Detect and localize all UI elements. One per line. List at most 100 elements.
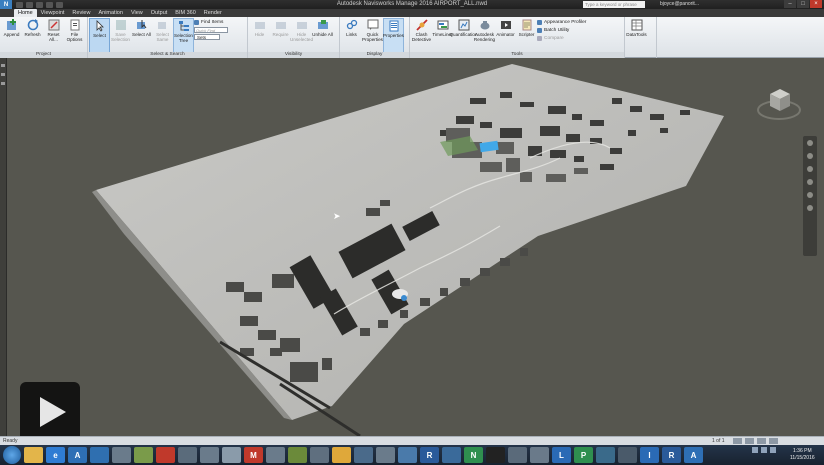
pan-icon[interactable] (807, 153, 813, 159)
network-icon[interactable] (761, 447, 767, 453)
app-icon[interactable] (354, 447, 373, 463)
lync-icon[interactable]: L (552, 447, 571, 463)
pencil-icon[interactable] (733, 438, 742, 444)
grid-icon[interactable] (769, 438, 778, 444)
close-button[interactable]: × (810, 0, 822, 8)
orbit-icon[interactable] (807, 179, 813, 185)
app-icon[interactable] (310, 447, 329, 463)
help-search-input[interactable]: Type a keyword or phrase (583, 1, 645, 8)
clock-date: 11/15/2016 (790, 455, 815, 461)
project-icon[interactable]: P (574, 447, 593, 463)
ie-icon[interactable]: e (46, 447, 65, 463)
hide-unselected-icon (295, 19, 308, 31)
animator-label: Animator (496, 32, 515, 37)
link-icon (345, 19, 358, 31)
zoom-icon[interactable] (807, 166, 813, 172)
quantification-icon (457, 19, 470, 31)
tab-render[interactable]: Render (200, 9, 226, 17)
datatools-group: DataTools (625, 17, 657, 58)
app-icon[interactable] (200, 447, 219, 463)
airport-model-render[interactable] (0, 58, 824, 436)
window-title: Autodesk Navisworks Manage 2016 AIRPORT_… (336, 1, 488, 7)
ribbon-panel: Append Refresh Reset All... File Options… (0, 17, 824, 58)
media-icon[interactable] (90, 447, 109, 463)
compare-button[interactable]: Compare (537, 35, 607, 42)
app-icon[interactable] (398, 447, 417, 463)
appearance-profiler-button[interactable]: Appearance Profiler (537, 19, 607, 26)
title-bar: N Autodesk Navisworks Manage 2016 AIRPOR… (0, 0, 824, 9)
tab-bim360[interactable]: BIM 360 (171, 9, 199, 17)
revit-icon[interactable]: R (662, 447, 681, 463)
navisworks-icon[interactable]: N (464, 447, 483, 463)
tab-review[interactable]: Review (68, 9, 94, 17)
steering-wheel-icon[interactable] (807, 140, 813, 146)
mouse-cursor-icon: ➤ (333, 211, 341, 221)
autodesk-a-icon[interactable]: A (684, 447, 703, 463)
app-icon[interactable] (266, 447, 285, 463)
start-button[interactable] (3, 446, 21, 464)
app-icon[interactable] (178, 447, 197, 463)
quick-find-input[interactable]: Quick Find (194, 27, 228, 33)
app-icon[interactable] (222, 447, 241, 463)
infraworks-icon[interactable]: I (640, 447, 659, 463)
navigation-bar (803, 136, 817, 256)
hide-unselected-label: Hide Unselected (290, 32, 313, 42)
viewcube[interactable] (756, 80, 802, 126)
append-icon (5, 19, 18, 31)
appearance-profiler-label: Appearance Profiler (544, 20, 587, 25)
tab-viewpoint[interactable]: Viewpoint (37, 9, 69, 17)
clock[interactable]: 1:36 PM 11/15/2016 (790, 448, 815, 462)
app-icon[interactable] (530, 447, 549, 463)
gmail-icon[interactable]: M (244, 447, 263, 463)
select-same-icon (156, 19, 169, 31)
select-all-icon (135, 19, 148, 31)
select-all-label: Select All (132, 32, 151, 37)
cursor-arrow-icon (93, 20, 106, 32)
tab-output[interactable]: Output (147, 9, 172, 17)
status-ready: Ready (3, 438, 18, 444)
find-items-button[interactable]: Find Items (194, 19, 238, 26)
batch-utility-button[interactable]: Batch Utility (537, 27, 607, 34)
save-selection-label: Save Selection (111, 32, 130, 42)
app-icon[interactable] (596, 447, 615, 463)
app-icon[interactable] (508, 447, 527, 463)
hide-label: Hide (254, 32, 265, 37)
file-options-label: File Options (66, 32, 83, 42)
flag-icon[interactable] (752, 447, 758, 453)
app-icon[interactable] (376, 447, 395, 463)
3d-viewport[interactable]: ➤ (0, 58, 824, 436)
volume-icon[interactable] (770, 447, 776, 453)
app-icon[interactable] (288, 447, 307, 463)
datatools-button[interactable]: DataTools (626, 18, 647, 58)
tab-view[interactable]: View (127, 9, 147, 17)
tab-animation[interactable]: Animation (94, 9, 126, 17)
folder-icon[interactable] (24, 447, 43, 463)
autodesk-a-icon[interactable]: A (68, 447, 87, 463)
red-app-icon[interactable] (156, 447, 175, 463)
app-icon[interactable] (112, 447, 131, 463)
ribbon-tabs: Home Viewpoint Review Animation View Out… (0, 9, 824, 17)
sign-in-user[interactable]: bjoyce@panorit... (660, 1, 699, 7)
terminal-icon[interactable] (486, 447, 505, 463)
sets-dropdown[interactable]: Sets (194, 34, 220, 40)
tab-home[interactable]: Home (14, 9, 37, 17)
status-icons (733, 438, 778, 444)
disk-icon[interactable] (757, 438, 766, 444)
minimize-button[interactable]: – (784, 0, 796, 8)
paint-icon[interactable] (134, 447, 153, 463)
memory-icon[interactable] (745, 438, 754, 444)
find-items-label: Find Items (201, 20, 224, 25)
refresh-icon (26, 19, 39, 31)
video-play-button[interactable] (20, 382, 80, 442)
require-label: Require (272, 32, 289, 37)
look-icon[interactable] (807, 192, 813, 198)
app-icon[interactable] (442, 447, 461, 463)
app-icon[interactable] (618, 447, 637, 463)
revit-icon[interactable]: R (420, 447, 439, 463)
walk-icon[interactable] (807, 205, 813, 211)
select-search-group: Select Save Selection Select All Select … (88, 17, 248, 58)
maximize-button[interactable]: □ (797, 0, 809, 8)
datatools-icon (630, 19, 643, 31)
selection-tree-label: Selection Tree (174, 33, 193, 43)
chrome-icon[interactable] (332, 447, 351, 463)
